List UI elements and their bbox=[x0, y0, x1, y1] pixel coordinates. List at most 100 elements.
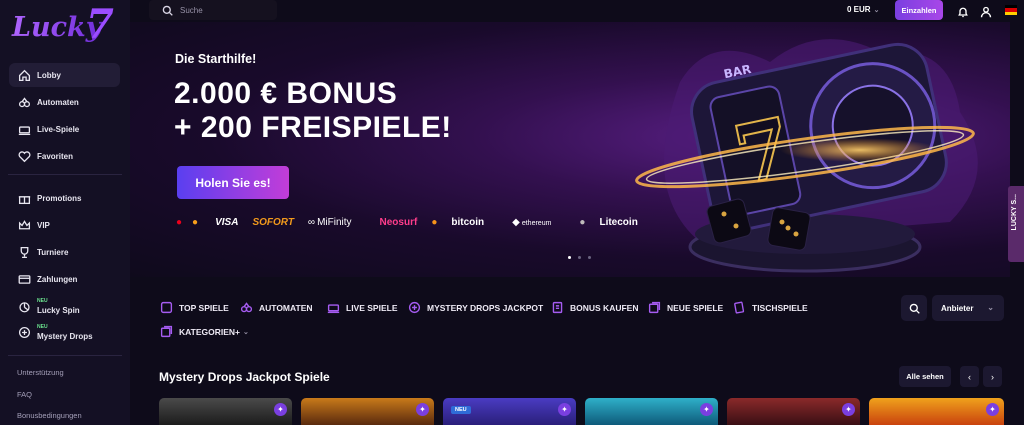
card-icon bbox=[15, 270, 33, 288]
sidebar-item-label: Live-Spiele bbox=[37, 124, 80, 134]
sidebar-item-label: Promotions bbox=[37, 193, 82, 203]
deposit-button[interactable]: Einzahlen bbox=[895, 0, 943, 20]
sidebar-item-turniere[interactable]: Turniere bbox=[9, 240, 120, 264]
game-tile[interactable]: ✦ bbox=[585, 398, 718, 425]
sidebar-item-promotions[interactable]: Promotions bbox=[9, 186, 120, 210]
tab-live-spiele[interactable]: LIVE SPIELE bbox=[327, 301, 398, 314]
search-icon bbox=[909, 303, 920, 314]
sidebar-item-automaten[interactable]: Automaten bbox=[9, 90, 120, 114]
sidebar-item-label: Lucky Spin bbox=[37, 306, 80, 315]
slots-icon bbox=[15, 93, 33, 111]
heart-icon bbox=[15, 147, 33, 165]
game-tile[interactable]: ✦ bbox=[869, 398, 1004, 425]
slots-icon bbox=[240, 302, 253, 313]
bitcoin-label: bitcoin bbox=[451, 217, 485, 228]
user-icon[interactable] bbox=[980, 5, 992, 18]
category-bar: TOP SPIELE AUTOMATEN LIVE SPIELE MYSTERY… bbox=[130, 294, 1024, 344]
sidebar-item-label: Automaten bbox=[37, 97, 79, 107]
gift-icon bbox=[15, 189, 33, 207]
hero-subtitle: Die Starthilfe! bbox=[175, 52, 257, 66]
lucky7-logo[interactable]: Lucky 7 bbox=[10, 2, 120, 46]
visa-logo: VISA bbox=[215, 217, 239, 228]
provider-select[interactable]: Anbieter ⌄ bbox=[932, 295, 1004, 321]
tab-tischspiele[interactable]: TISCHSPIELE bbox=[733, 301, 808, 314]
chevron-down-icon: ⌄ bbox=[987, 303, 994, 312]
sidebar: Lucky 7 Lobby Automaten Live-Spiele Favo… bbox=[0, 0, 130, 425]
side-tab-label: LUCKY S... bbox=[1011, 194, 1018, 231]
ethereum-logo: ◆ ethereum bbox=[512, 217, 552, 228]
mystery-drops-badge-icon: ✦ bbox=[842, 403, 855, 416]
category-label: BONUS KAUFEN bbox=[570, 302, 639, 313]
sidebar-item-label: VIP bbox=[37, 220, 50, 230]
category-label: MYSTERY DROPS JACKPOT bbox=[427, 302, 544, 313]
bonus-buy-icon bbox=[552, 301, 563, 314]
next-arrow-button[interactable]: › bbox=[983, 366, 1002, 387]
litecoin-logo: ● Litecoin bbox=[579, 217, 638, 228]
mifinity-logo: ∞ MiFinity bbox=[307, 217, 352, 228]
german-flag-icon[interactable] bbox=[1005, 5, 1017, 15]
new-badge: NEU bbox=[37, 298, 48, 304]
carousel-dot[interactable] bbox=[568, 256, 571, 259]
tab-neue-spiele[interactable]: NEUE SPIELE bbox=[648, 301, 723, 314]
game-tile[interactable]: ✦ bbox=[159, 398, 292, 425]
bonus-terms-link[interactable]: Bonusbedingungen bbox=[17, 411, 82, 420]
litecoin-label: Litecoin bbox=[599, 217, 638, 228]
sidebar-item-label: Mystery Drops bbox=[37, 332, 93, 341]
chevron-down-icon: ⌄ bbox=[243, 328, 249, 336]
game-search-button[interactable] bbox=[901, 295, 927, 321]
hero-title: 2.000 € BONUS + 200 FREISPIELE! bbox=[174, 77, 452, 145]
search-icon bbox=[162, 5, 173, 16]
search-placeholder: Suche bbox=[180, 5, 203, 15]
mystery-drops-badge-icon: ✦ bbox=[700, 403, 713, 416]
tab-top-spiele[interactable]: TOP SPIELE bbox=[160, 301, 229, 314]
mystery-drops-badge-icon: ✦ bbox=[558, 403, 571, 416]
category-label: TISCHSPIELE bbox=[752, 302, 808, 313]
sidebar-item-lucky-spin[interactable]: NEU Lucky Spin bbox=[9, 294, 120, 318]
bell-icon[interactable] bbox=[957, 5, 969, 18]
new-badge: NEU bbox=[451, 406, 471, 414]
bitcoin-logo: ● bitcoin bbox=[431, 217, 485, 228]
hero-banner[interactable]: 7 BAR Die Starthilfe! 2.000 € BONUS + 20… bbox=[130, 22, 1010, 277]
mystery-drops-badge-icon: ✦ bbox=[416, 403, 429, 416]
plus-circle-icon bbox=[15, 323, 33, 341]
top-bar: Suche 0 EUR ⌄ Einzahlen bbox=[130, 0, 1024, 22]
see-all-button[interactable]: Alle sehen bbox=[899, 366, 951, 387]
category-label: KATEGORIEN+ bbox=[179, 326, 241, 337]
lucky-spin-side-tab[interactable]: LUCKY S... bbox=[1008, 186, 1024, 262]
sidebar-item-vip[interactable]: VIP bbox=[9, 213, 120, 237]
carousel-dot[interactable] bbox=[588, 256, 591, 259]
mystery-drops-badge-icon: ✦ bbox=[274, 403, 287, 416]
carousel-dot[interactable] bbox=[578, 256, 581, 259]
game-tile[interactable]: ✦ bbox=[301, 398, 434, 425]
sidebar-item-favoriten[interactable]: Favoriten bbox=[9, 144, 120, 168]
tab-automaten[interactable]: AUTOMATEN bbox=[240, 301, 313, 314]
support-link[interactable]: Unterstützung bbox=[17, 368, 64, 377]
trophy-icon bbox=[15, 243, 33, 261]
svg-text:7: 7 bbox=[86, 2, 114, 46]
game-tile[interactable]: ✦ bbox=[727, 398, 860, 425]
payment-methods: ● ● VISA SOFORT ∞ MiFinity Neosurf ● bitcoi… bbox=[176, 217, 666, 228]
sidebar-divider bbox=[8, 174, 122, 175]
prev-arrow-button[interactable]: ‹ bbox=[960, 366, 979, 387]
sidebar-item-live-spiele[interactable]: Live-Spiele bbox=[9, 117, 120, 141]
tab-bonus-kaufen[interactable]: BONUS KAUFEN bbox=[551, 301, 638, 314]
tab-kategorien[interactable]: KATEGORIEN+ ⌄ bbox=[160, 325, 249, 338]
category-label: TOP SPIELE bbox=[179, 302, 229, 313]
claim-bonus-button[interactable]: Holen Sie es! bbox=[177, 166, 289, 199]
sidebar-item-label: Zahlungen bbox=[37, 274, 78, 284]
tab-mystery-drops-jackpot[interactable]: MYSTERY DROPS JACKPOT bbox=[408, 301, 543, 314]
top-games-icon bbox=[160, 301, 173, 314]
search-input[interactable]: Suche bbox=[149, 0, 277, 20]
sidebar-item-zahlungen[interactable]: Zahlungen bbox=[9, 267, 120, 291]
hero-title-line1: 2.000 € BONUS bbox=[174, 77, 398, 110]
game-tile[interactable]: NEU ✦ bbox=[443, 398, 576, 425]
slot-machine-illustration: 7 BAR bbox=[635, 39, 978, 273]
sidebar-item-lobby[interactable]: Lobby bbox=[9, 63, 120, 87]
categories-icon bbox=[160, 325, 173, 338]
faq-link[interactable]: FAQ bbox=[17, 390, 32, 399]
sidebar-item-mystery-drops[interactable]: NEU Mystery Drops bbox=[9, 320, 120, 344]
balance-dropdown[interactable]: 0 EUR ⌄ bbox=[847, 5, 879, 14]
new-games-icon bbox=[648, 301, 661, 314]
sidebar-item-label: Turniere bbox=[37, 247, 69, 257]
live-icon bbox=[15, 120, 33, 138]
